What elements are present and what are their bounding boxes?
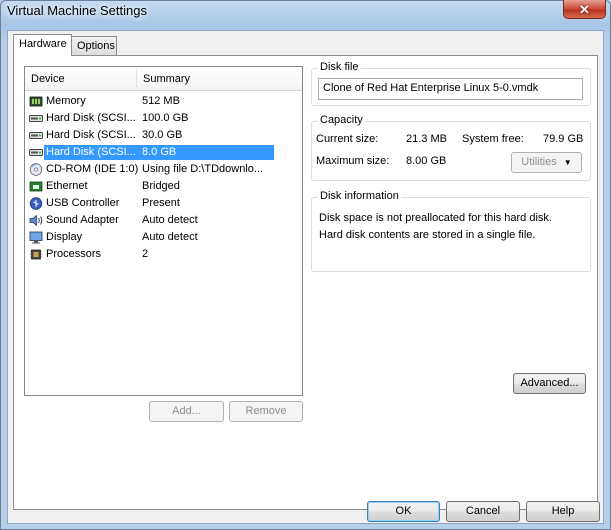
device-name: Hard Disk (SCSI... (46, 129, 136, 141)
device-name: Processors (46, 248, 102, 260)
tab-options[interactable]: Options (71, 36, 117, 56)
column-header-summary[interactable]: Summary (143, 73, 190, 85)
device-name: CD-ROM (IDE 1:0) (46, 163, 139, 175)
hard-disk-icon (29, 149, 43, 156)
disk-information-line-1: Disk space is not preallocated for this … (319, 212, 552, 224)
device-name: Memory (46, 95, 86, 107)
system-free-label: System free: (462, 133, 524, 145)
hard-disk-icon (29, 132, 43, 139)
capacity-title: Capacity (318, 114, 365, 126)
cancel-button[interactable]: Cancel (446, 501, 520, 522)
display-icon (29, 231, 43, 244)
tab-hardware-label: Hardware (19, 38, 67, 50)
device-row-usb-controller[interactable]: USB Controller Present (25, 195, 302, 212)
remove-device-button[interactable]: Remove (229, 401, 303, 422)
column-separator (136, 69, 137, 89)
disk-file-group: Disk file Clone of Red Hat Enterprise Li… (311, 61, 591, 106)
device-summary: Bridged (142, 180, 180, 192)
close-button[interactable]: ✕ (563, 0, 606, 19)
current-size-label: Current size: (316, 133, 379, 145)
add-device-button[interactable]: Add... (149, 401, 224, 422)
column-header-device[interactable]: Device (31, 73, 65, 85)
device-row-ethernet[interactable]: Ethernet Bridged (25, 178, 302, 195)
device-summary: 2 (142, 248, 149, 260)
current-size-value: 21.3 MB (406, 133, 447, 145)
disk-information-group: Disk information Disk space is not preal… (311, 190, 591, 272)
close-icon: ✕ (579, 1, 590, 17)
device-name: Hard Disk (SCSI... (46, 112, 136, 124)
device-summary: Present (142, 197, 180, 209)
device-summary: Auto detect (142, 214, 198, 226)
hardware-panel: Device Summary Memory 512 MB Hard Disk (… (13, 55, 598, 510)
device-summary: Using file D:\TDdownlo... (142, 163, 264, 175)
settings-window: Virtual Machine Settings ✕ Hardware Opti… (0, 0, 611, 530)
advanced-button[interactable]: Advanced... (513, 373, 586, 394)
device-summary: Auto detect (142, 231, 198, 243)
device-name: USB Controller (46, 197, 120, 209)
device-row-cd-rom[interactable]: CD-ROM (IDE 1:0) Using file D:\TDdownlo.… (25, 161, 302, 178)
hard-disk-icon (29, 115, 43, 122)
device-name: Display (46, 231, 83, 243)
device-list[interactable]: Device Summary Memory 512 MB Hard Disk (… (24, 66, 303, 396)
device-row-hard-disk-3[interactable]: Hard Disk (SCSI... 8.0 GB (25, 144, 302, 161)
title-bar[interactable]: Virtual Machine Settings ✕ (1, 0, 610, 25)
tab-options-label: Options (77, 40, 115, 52)
device-row-hard-disk-1[interactable]: Hard Disk (SCSI... 100.0 GB (25, 110, 302, 127)
disk-file-field[interactable]: Clone of Red Hat Enterprise Linux 5-0.vm… (318, 78, 583, 100)
maximum-size-label: Maximum size: (316, 155, 390, 167)
utilities-label: Utilities (521, 156, 557, 168)
device-name: Hard Disk (SCSI... (44, 145, 142, 160)
processor-icon (30, 249, 42, 260)
device-summary: 30.0 GB (142, 129, 183, 141)
device-summary: 8.0 GB (142, 145, 274, 160)
help-button[interactable]: Help (526, 501, 600, 522)
capacity-group: Capacity Current size: 21.3 MB System fr… (311, 114, 591, 181)
maximum-size-value: 8.00 GB (406, 155, 447, 167)
disk-information-title: Disk information (318, 190, 401, 202)
device-summary: 100.0 GB (142, 112, 189, 124)
device-summary: 512 MB (142, 95, 180, 107)
utilities-button[interactable]: Utilities ▼ (511, 152, 582, 173)
device-row-hard-disk-2[interactable]: Hard Disk (SCSI... 30.0 GB (25, 127, 302, 144)
device-name: Ethernet (46, 180, 88, 192)
device-list-header: Device Summary (25, 67, 302, 91)
memory-icon (29, 96, 43, 107)
device-row-display[interactable]: Display Auto detect (25, 229, 302, 246)
dropdown-arrow-icon: ▼ (563, 158, 572, 167)
device-row-processors[interactable]: Processors 2 (25, 246, 302, 263)
system-free-value: 79.9 GB (543, 133, 584, 145)
ethernet-icon (29, 181, 43, 192)
speaker-icon (29, 214, 43, 227)
device-name: Sound Adapter (46, 214, 119, 226)
ok-button[interactable]: OK (367, 501, 440, 522)
disk-information-line-2: Hard disk contents are stored in a singl… (319, 229, 536, 241)
usb-icon (29, 197, 43, 210)
disk-file-title: Disk file (318, 61, 361, 73)
device-row-memory[interactable]: Memory 512 MB (25, 93, 302, 110)
tab-hardware[interactable]: Hardware (13, 34, 72, 56)
window-title: Virtual Machine Settings (7, 3, 147, 18)
dialog-client-area: Hardware Options Device Summary Memory 5… (7, 30, 604, 524)
device-row-sound-adapter[interactable]: Sound Adapter Auto detect (25, 212, 302, 229)
cd-rom-icon (29, 163, 43, 176)
